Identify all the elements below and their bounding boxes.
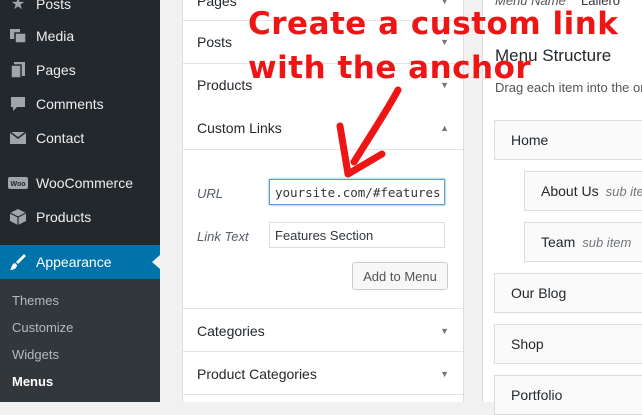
- menu-item-label: Our Blog: [511, 285, 567, 301]
- admin-sidebar: ★ Posts Media Pages Comments Contact Woo…: [0, 0, 160, 402]
- caret-down-icon: ▼: [440, 326, 449, 336]
- mail-icon: [8, 128, 28, 148]
- sidebar-item-label: Media: [36, 28, 75, 44]
- annotation-line-2: with the anchor: [248, 50, 532, 86]
- annotation-line-1: Create a custom link: [248, 6, 619, 42]
- menu-item-label: Team: [541, 234, 576, 250]
- sidebar-item-media[interactable]: Media: [0, 19, 160, 53]
- box-icon: [8, 207, 28, 227]
- pages-icon: [8, 60, 28, 80]
- submenu-item-widgets[interactable]: Widgets: [12, 347, 59, 362]
- section-label: Products: [197, 77, 253, 93]
- menu-item-shop[interactable]: Shop: [494, 324, 642, 364]
- section-label: Pages: [197, 0, 237, 9]
- active-indicator: [152, 255, 160, 269]
- add-to-menu-button[interactable]: Add to Menu: [352, 262, 448, 290]
- submenu-item-customize[interactable]: Customize: [12, 320, 73, 335]
- submenu-item-menus[interactable]: Menus: [12, 374, 53, 389]
- menu-item-our-blog[interactable]: Our Blog: [494, 273, 642, 313]
- woocommerce-icon: Woo: [8, 173, 28, 193]
- caret-down-icon: ▼: [440, 369, 449, 379]
- sidebar-item-label: Appearance: [36, 254, 112, 270]
- menu-item-home[interactable]: Home: [494, 120, 642, 160]
- url-label: URL: [197, 186, 224, 201]
- section-label: Product Categories: [197, 366, 317, 382]
- menu-item-portfolio[interactable]: Portfolio: [494, 375, 642, 415]
- sidebar-item-label: Contact: [36, 130, 85, 146]
- sidebar-item-woocommerce[interactable]: Woo WooCommerce: [0, 166, 160, 200]
- sidebar-item-comments[interactable]: Comments: [0, 87, 160, 121]
- sidebar-item-posts[interactable]: ★ Posts: [0, 0, 160, 21]
- sub-item-tag: sub item: [582, 234, 632, 250]
- menu-item-label: Home: [511, 132, 549, 148]
- section-categories[interactable]: Categories ▼: [183, 309, 463, 352]
- sidebar-item-label: Posts: [36, 0, 72, 12]
- menu-item-about-us[interactable]: About Us sub item: [524, 171, 642, 211]
- menu-item-label: Shop: [511, 336, 544, 352]
- sidebar-item-label: Pages: [36, 62, 76, 78]
- section-product-categories[interactable]: Product Categories ▼: [183, 352, 463, 395]
- annotation-arrow-icon: [336, 86, 402, 178]
- section-custom-links[interactable]: Custom Links ▲: [183, 106, 463, 150]
- pushpin-icon: ★: [10, 0, 26, 13]
- media-icon: [8, 26, 28, 46]
- comments-icon: [8, 94, 28, 114]
- menu-item-label: Portfolio: [511, 387, 563, 403]
- sidebar-item-pages[interactable]: Pages: [0, 53, 160, 87]
- svg-text:Woo: Woo: [10, 181, 25, 188]
- sub-item-tag: sub item: [605, 183, 642, 199]
- menu-item-team[interactable]: Team sub item: [524, 222, 642, 262]
- submenu-item-themes[interactable]: Themes: [12, 293, 59, 308]
- sidebar-item-label: Comments: [36, 96, 104, 112]
- link-text-input[interactable]: Features Section: [269, 222, 445, 248]
- sidebar-item-label: WooCommerce: [36, 175, 133, 191]
- sidebar-item-appearance[interactable]: Appearance: [0, 245, 160, 279]
- paintbrush-icon: [8, 252, 28, 272]
- appearance-submenu: Themes Customize Widgets Menus: [0, 279, 160, 402]
- annotation-text: Create a custom link with the anchor: [248, 2, 618, 90]
- caret-up-icon: ▲: [440, 123, 449, 133]
- sidebar-item-contact[interactable]: Contact: [0, 121, 160, 155]
- menu-item-label: About Us: [541, 183, 599, 199]
- section-label: Posts: [197, 34, 233, 50]
- link-text-label: Link Text: [197, 229, 249, 244]
- sidebar-item-label: Products: [36, 209, 92, 225]
- sidebar-item-products[interactable]: Products: [0, 200, 160, 234]
- section-label: Categories: [197, 323, 265, 339]
- section-label: Custom Links: [197, 120, 282, 136]
